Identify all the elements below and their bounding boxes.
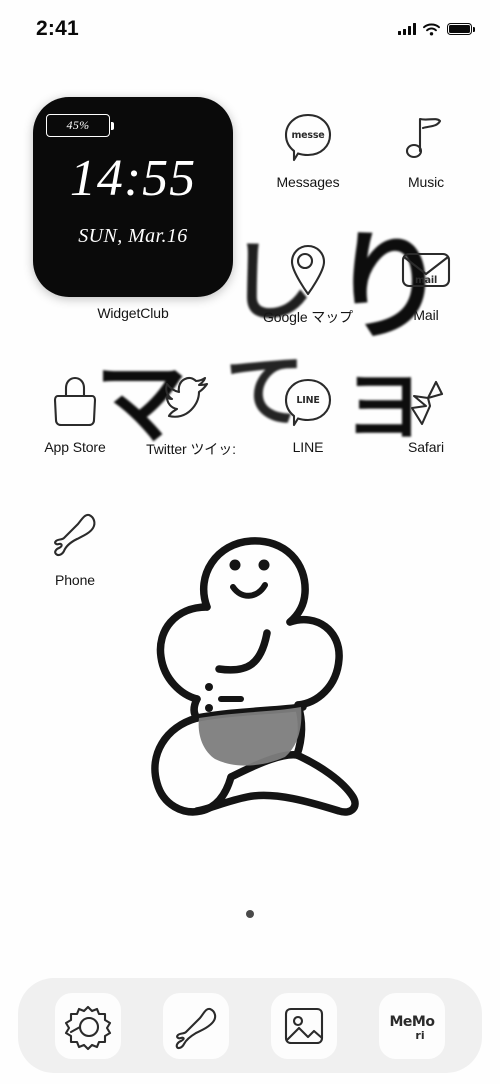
app-label: Twitter ツイッ: — [146, 441, 236, 457]
mail-envelope-icon[interactable]: mail — [396, 240, 456, 300]
dock: MeMo ri — [18, 978, 482, 1073]
app-icon-phone[interactable]: Phone — [27, 505, 123, 588]
dock-item-photos[interactable] — [271, 992, 337, 1059]
page-dot-active[interactable] — [246, 910, 254, 918]
phone-handset-icon[interactable] — [170, 1000, 222, 1052]
memo-notes-icon[interactable]: MeMo ri — [386, 1000, 438, 1052]
widget-battery-badge: 45% — [46, 114, 114, 137]
app-label: Safari — [408, 439, 444, 455]
line-icon-text: LINE — [296, 395, 319, 406]
app-label: Google マップ — [262, 309, 354, 325]
widget-widgetclub[interactable]: 45% 14:55 SUN, Mar.16 WidgetClub — [33, 97, 233, 321]
line-speech-bubble-icon[interactable]: LINE — [278, 372, 338, 432]
battery-icon — [447, 22, 475, 36]
twitter-bird-icon[interactable] — [161, 372, 221, 432]
cellular-signal-icon — [398, 23, 416, 35]
photos-image-icon[interactable] — [278, 1000, 330, 1052]
app-icon-line[interactable]: LINE LINE — [260, 372, 356, 455]
status-bar-icons — [398, 22, 475, 36]
app-icon-safari[interactable]: Safari — [378, 372, 474, 455]
dock-item-settings[interactable] — [55, 992, 121, 1059]
gear-icon[interactable] — [62, 1000, 114, 1052]
home-screen: 45% 14:55 SUN, Mar.16 WidgetClub messe M… — [0, 0, 500, 1084]
app-label: Messages — [276, 174, 340, 190]
app-label: Phone — [55, 572, 95, 588]
shopping-bag-icon[interactable] — [45, 372, 105, 432]
wifi-icon — [423, 23, 440, 35]
app-label: LINE — [292, 439, 324, 455]
widget-date: SUN, Mar.16 — [78, 225, 188, 247]
dock-item-notes[interactable]: MeMo ri — [379, 992, 445, 1059]
widget-clock-time: 14:55 — [69, 150, 197, 207]
app-icon-music[interactable]: Music — [378, 107, 474, 190]
status-bar-time: 2:41 — [36, 17, 79, 40]
music-note-icon[interactable] — [396, 107, 456, 167]
messages-icon-text: messe — [291, 130, 324, 141]
app-label: App Store — [44, 439, 106, 455]
app-icon-google-maps[interactable]: Google マップ — [260, 240, 356, 327]
app-icon-mail[interactable]: mail Mail — [378, 240, 474, 323]
safari-compass-icon[interactable] — [396, 372, 456, 432]
widget-battery-percent: 45% — [66, 118, 90, 132]
app-icon-twitter[interactable]: Twitter ツイッ: — [143, 372, 239, 459]
app-label: Music — [407, 174, 445, 190]
app-icon-app-store[interactable]: App Store — [27, 372, 123, 455]
messages-speech-bubble-icon[interactable]: messe — [278, 107, 338, 167]
clock-widget[interactable]: 45% 14:55 SUN, Mar.16 — [33, 97, 233, 297]
svg-text:ri: ri — [415, 1029, 424, 1042]
map-pin-icon[interactable] — [278, 240, 338, 300]
memo-icon-text: MeMo — [390, 1014, 436, 1030]
status-bar: 2:41 — [0, 0, 500, 58]
mail-icon-text: mail — [415, 275, 437, 286]
phone-handset-icon[interactable] — [45, 505, 105, 565]
app-icon-messages[interactable]: messe Messages — [260, 107, 356, 190]
widget-label: WidgetClub — [97, 305, 169, 321]
app-label: Mail — [413, 307, 439, 323]
page-indicator[interactable] — [0, 910, 500, 918]
dock-item-phone[interactable] — [163, 992, 229, 1059]
